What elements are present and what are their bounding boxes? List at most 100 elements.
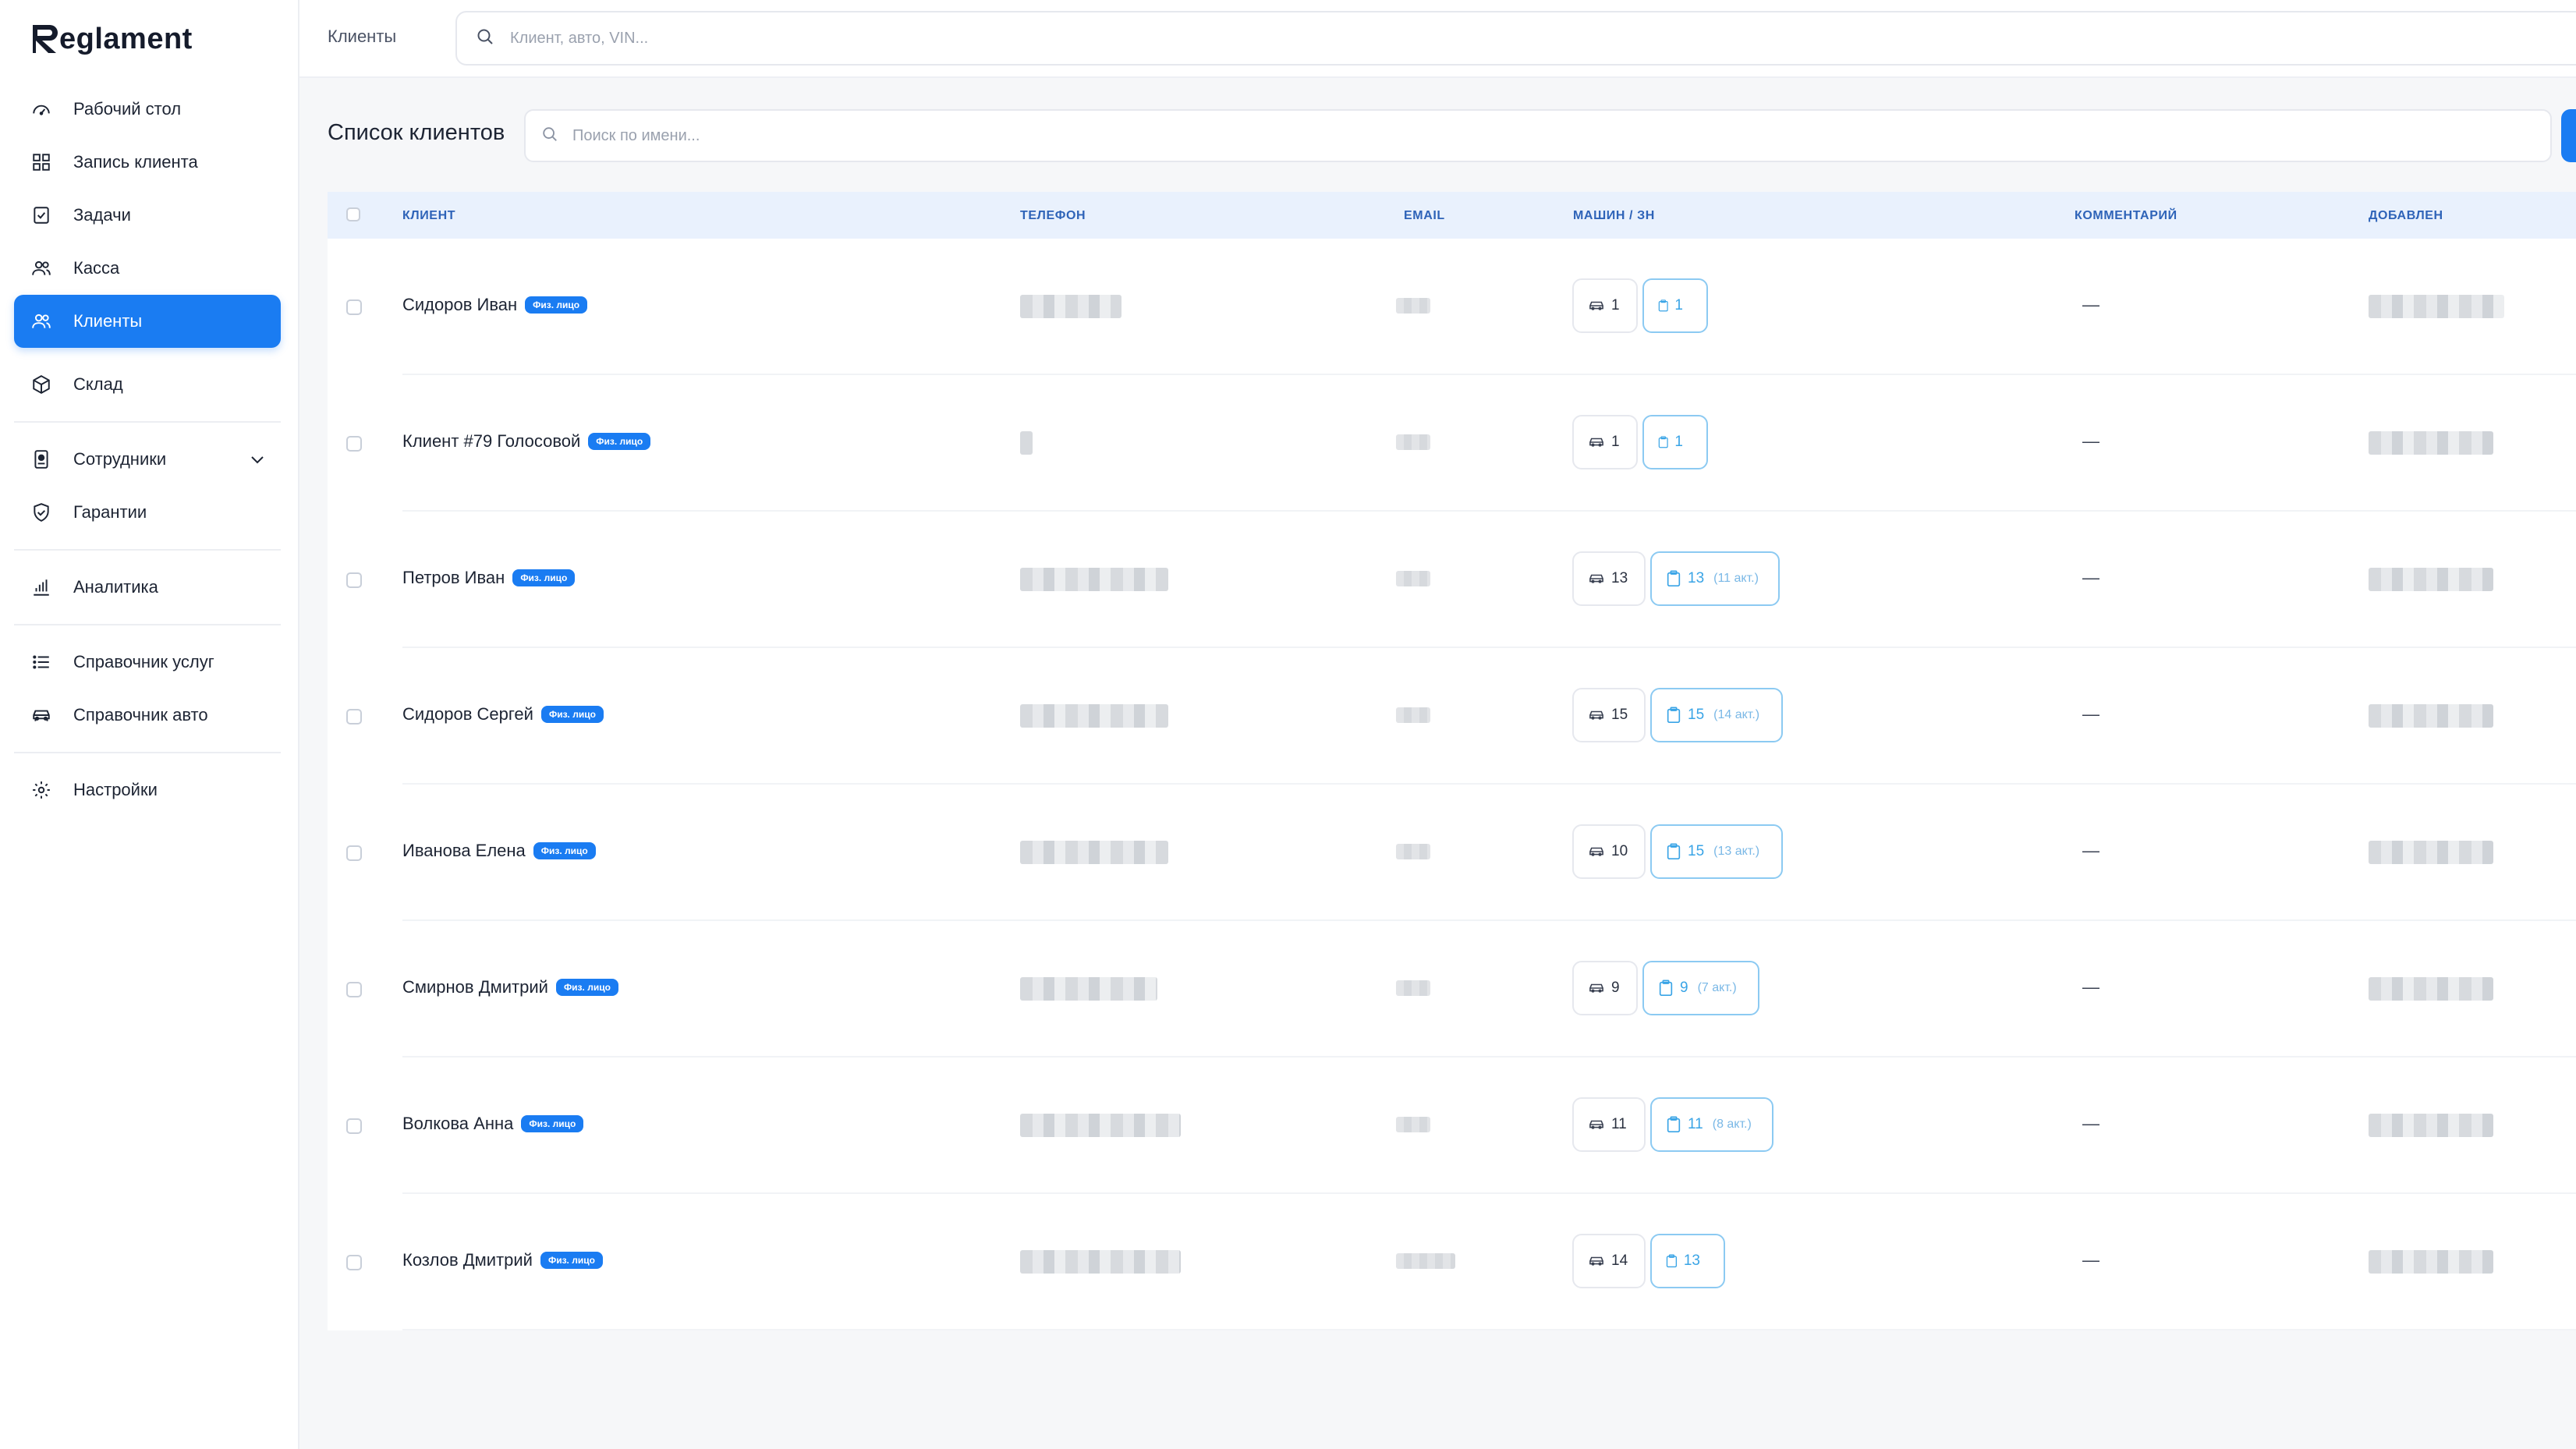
global-search[interactable] [455, 11, 2576, 66]
cars-count-pill[interactable]: 13 [1572, 551, 1646, 606]
dashboard-gauge-icon [30, 97, 53, 121]
sidebar-item-warranty[interactable]: Гарантии [14, 486, 281, 539]
breadcrumb[interactable]: Клиенты [328, 27, 396, 47]
client-name[interactable]: Сидоров Иван [402, 295, 517, 315]
phone-redacted [1020, 977, 1157, 1001]
global-search-input[interactable] [510, 29, 1602, 48]
cars-count: 13 [1611, 570, 1628, 586]
orders-count-pill[interactable]: 1 [1642, 415, 1708, 469]
name-search[interactable] [524, 109, 2552, 162]
client-name[interactable]: Петров Иван [402, 568, 505, 588]
orders-count-pill[interactable]: 9 (7 акт.) [1642, 961, 1759, 1015]
client-cell: Сидоров Иван Физ. лицо [402, 295, 588, 315]
car-icon [1589, 301, 1603, 310]
sidebar: eglament Рабочий стол Запись клиента Зад… [0, 0, 299, 1449]
box-icon [30, 373, 53, 396]
orders-count-pill[interactable]: 13 [1650, 1234, 1725, 1288]
orders-count-pill[interactable]: 1 [1642, 278, 1708, 333]
sidebar-item-services-catalog[interactable]: Справочник услуг [14, 636, 281, 689]
client-type-badge: Физ. лицо [533, 842, 596, 859]
sidebar-item-tasks[interactable]: Задачи [14, 189, 281, 242]
cars-count-pill[interactable]: 1 [1572, 278, 1638, 333]
orders-count: 15 [1688, 843, 1705, 859]
row-checkbox[interactable] [346, 982, 362, 997]
sidebar-item-cars-catalog[interactable]: Справочник авто [14, 689, 281, 742]
sidebar-item-desktop[interactable]: Рабочий стол [14, 83, 281, 136]
users-icon [30, 310, 53, 333]
client-name[interactable]: Козлов Дмитрий [402, 1250, 533, 1270]
sidebar-nav: Рабочий стол Запись клиента Задачи Касса [14, 83, 281, 817]
client-type-badge: Физ. лицо [555, 979, 618, 996]
sidebar-item-label: Справочник авто [73, 705, 208, 724]
chevron-down-icon[interactable] [248, 450, 267, 469]
table-row[interactable]: Иванова Елена Физ. лицо 10 15 (13 акт.) … [328, 785, 2576, 921]
client-name[interactable]: Волкова Анна [402, 1114, 513, 1134]
comment-cell: — [2082, 704, 2099, 724]
sidebar-item-label: Справочник услуг [73, 652, 214, 671]
client-cell: Петров Иван Физ. лицо [402, 568, 576, 588]
orders-count: 15 [1688, 707, 1705, 723]
brand-name: eglament [59, 22, 193, 55]
table-row[interactable]: Смирнов Дмитрий Физ. лицо 9 9 (7 акт.) — [328, 921, 2576, 1058]
table-row[interactable]: Волкова Анна Физ. лицо 11 11 (8 акт.) — [328, 1058, 2576, 1194]
name-search-input[interactable] [572, 126, 1352, 145]
brand-logo[interactable]: eglament [30, 19, 193, 59]
row-checkbox[interactable] [346, 572, 362, 588]
client-name[interactable]: Сидоров Сергей [402, 704, 533, 724]
sidebar-item-warehouse[interactable]: Склад [14, 358, 281, 411]
table-row[interactable]: Козлов Дмитрий Физ. лицо 14 13 — [328, 1194, 2576, 1330]
table-row[interactable]: Клиент #79 Голосовой Физ. лицо 1 1 — [328, 375, 2576, 512]
sidebar-item-booking[interactable]: Запись клиента [14, 136, 281, 189]
orders-count-pill[interactable]: 11 (8 акт.) [1650, 1097, 1773, 1152]
cars-count-pill[interactable]: 14 [1572, 1234, 1646, 1288]
client-cell: Клиент #79 Голосовой Физ. лицо [402, 431, 651, 452]
sidebar-item-staff[interactable]: Сотрудники [14, 433, 281, 486]
cars-count-pill[interactable]: 15 [1572, 688, 1646, 742]
email-redacted [1396, 434, 1430, 450]
column-header-added[interactable]: ДОБАВЛЕН [2369, 209, 2443, 223]
client-name[interactable]: Иванова Елена [402, 841, 526, 861]
cars-count: 14 [1611, 1252, 1628, 1269]
row-checkbox[interactable] [346, 436, 362, 452]
row-checkbox[interactable] [346, 845, 362, 861]
cars-count-pill[interactable]: 9 [1572, 961, 1638, 1015]
added-date-redacted [2369, 1114, 2493, 1137]
cars-count-pill[interactable]: 10 [1572, 824, 1646, 879]
client-name[interactable]: Клиент #79 Голосовой [402, 431, 580, 452]
row-checkbox[interactable] [346, 1255, 362, 1270]
row-checkbox[interactable] [346, 709, 362, 724]
column-header-email[interactable]: EMAIL [1404, 209, 1445, 223]
clipboard-icon [1659, 980, 1673, 996]
sidebar-item-settings[interactable]: Настройки [14, 763, 281, 817]
cars-count-pill[interactable]: 11 [1572, 1097, 1646, 1152]
sidebar-item-analytics[interactable]: Аналитика [14, 561, 281, 614]
car-icon [30, 703, 53, 727]
orders-count-pill[interactable]: 13 (11 акт.) [1650, 551, 1780, 606]
row-checkbox[interactable] [346, 1118, 362, 1134]
add-client-button[interactable] [2561, 109, 2576, 162]
added-date-redacted [2369, 568, 2493, 591]
select-all-checkbox[interactable] [346, 207, 360, 221]
column-header-phone[interactable]: ТЕЛЕФОН [1020, 209, 1086, 223]
car-icon [1589, 983, 1603, 993]
added-date-redacted [2369, 841, 2493, 864]
orders-count-pill[interactable]: 15 (14 акт.) [1650, 688, 1783, 742]
sidebar-item-label: Гарантии [73, 502, 147, 522]
car-icon [1589, 574, 1603, 583]
sidebar-item-label: Запись клиента [73, 152, 198, 172]
column-header-comment[interactable]: КОММЕНТАРИЙ [2075, 209, 2177, 223]
table-row[interactable]: Сидоров Иван Физ. лицо 1 1 — [328, 239, 2576, 375]
column-header-cars-orders[interactable]: МАШИН / ЗН [1573, 209, 1655, 223]
table-row[interactable]: Сидоров Сергей Физ. лицо 15 15 (14 акт.)… [328, 648, 2576, 785]
cars-count: 15 [1611, 707, 1628, 723]
orders-count-pill[interactable]: 15 (13 акт.) [1650, 824, 1783, 879]
table-row[interactable]: Петров Иван Физ. лицо 13 13 (11 акт.) — [328, 512, 2576, 648]
phone-redacted [1020, 841, 1168, 864]
added-date-redacted [2369, 977, 2493, 1001]
row-checkbox[interactable] [346, 299, 362, 315]
sidebar-item-cashbox[interactable]: Касса [14, 242, 281, 295]
cars-count-pill[interactable]: 1 [1572, 415, 1638, 469]
sidebar-item-clients[interactable]: Клиенты [14, 295, 281, 348]
client-name[interactable]: Смирнов Дмитрий [402, 977, 548, 997]
column-header-client[interactable]: КЛИЕНТ [402, 209, 455, 223]
